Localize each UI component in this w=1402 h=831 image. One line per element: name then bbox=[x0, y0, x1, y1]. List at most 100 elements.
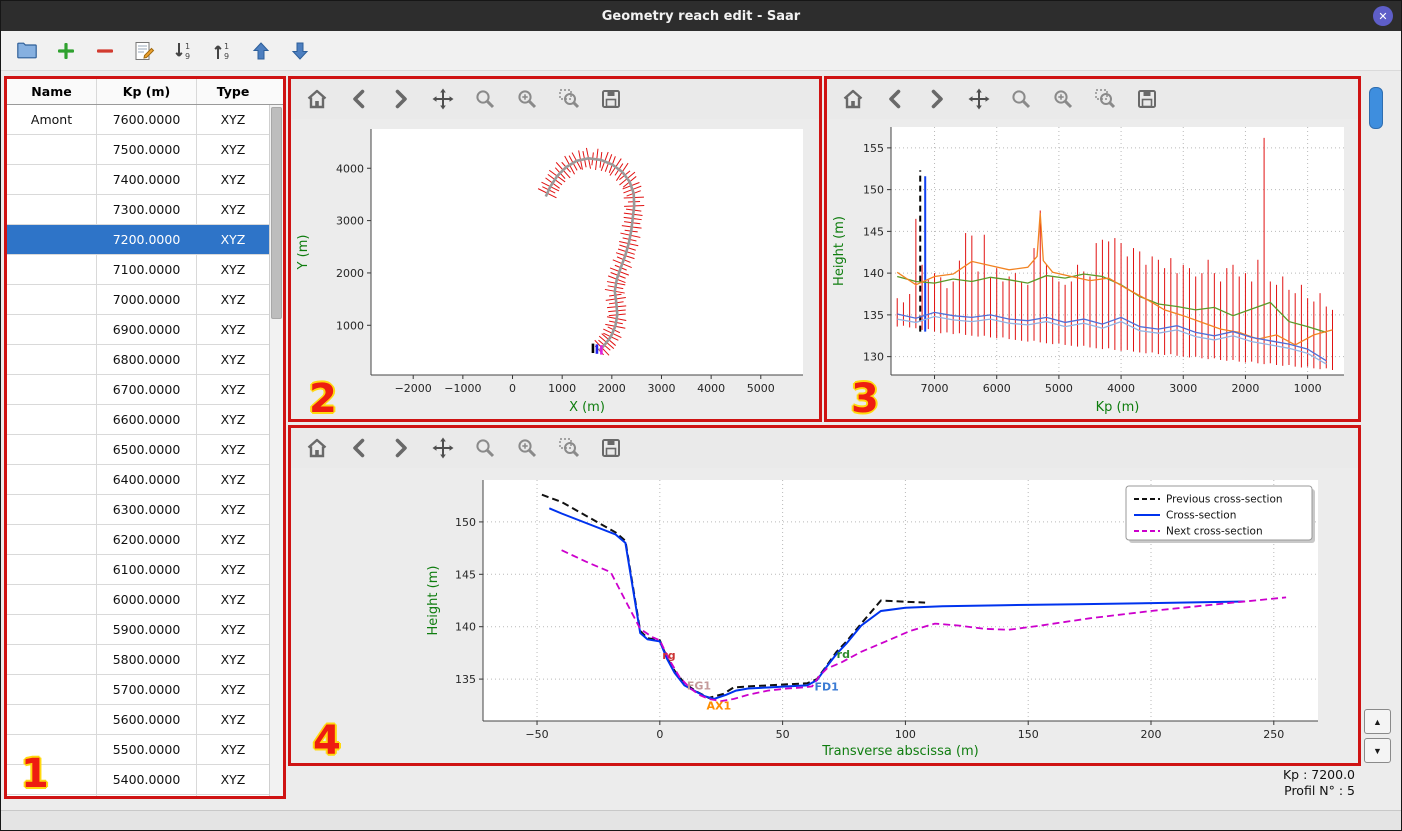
add-profile-button[interactable] bbox=[50, 35, 82, 67]
column-header-type[interactable]: Type bbox=[197, 79, 269, 104]
zoom-in-button[interactable] bbox=[513, 86, 540, 113]
svg-text:1000: 1000 bbox=[336, 319, 364, 332]
table-scrollbar-thumb[interactable] bbox=[271, 107, 282, 319]
save-button[interactable] bbox=[597, 435, 624, 462]
forward-button[interactable] bbox=[923, 86, 950, 113]
table-row[interactable]: 6000.0000 XYZ bbox=[7, 585, 269, 615]
status-bar bbox=[1, 810, 1401, 830]
titlebar[interactable]: Geometry reach edit - Saar ✕ bbox=[1, 1, 1401, 31]
svg-text:5000: 5000 bbox=[1045, 382, 1073, 395]
pan-button[interactable] bbox=[429, 86, 456, 113]
table-row[interactable]: 5700.0000 XYZ bbox=[7, 675, 269, 705]
pan-icon bbox=[968, 88, 989, 110]
zoom-region-icon bbox=[558, 438, 579, 458]
pan-button[interactable] bbox=[965, 86, 992, 113]
svg-text:130: 130 bbox=[863, 351, 884, 364]
table-row[interactable]: 6700.0000 XYZ bbox=[7, 375, 269, 405]
cell-kp: 5500.0000 bbox=[97, 735, 197, 764]
save-button[interactable] bbox=[597, 86, 624, 113]
vertical-scrollbar-thumb[interactable] bbox=[1369, 87, 1383, 129]
svg-text:250: 250 bbox=[1263, 728, 1284, 741]
edit-icon bbox=[135, 41, 155, 60]
forward-button[interactable] bbox=[387, 435, 414, 462]
save-icon bbox=[601, 90, 620, 108]
remove-profile-button[interactable] bbox=[89, 35, 121, 67]
table-row[interactable]: 5600.0000 XYZ bbox=[7, 705, 269, 735]
zoom-button[interactable] bbox=[471, 86, 498, 113]
sort-ascending-button[interactable]: 19 bbox=[167, 35, 199, 67]
svg-text:4000: 4000 bbox=[697, 382, 725, 395]
pan-button[interactable] bbox=[429, 435, 456, 462]
cross-section-plot[interactable]: −50 0 50 100 150 200 250 135 140 145 150 Transverse… bbox=[291, 468, 1358, 763]
home-icon bbox=[843, 89, 862, 109]
table-row[interactable]: 5800.0000 XYZ bbox=[7, 645, 269, 675]
table-row[interactable]: 6800.0000 XYZ bbox=[7, 345, 269, 375]
back-button[interactable] bbox=[345, 435, 372, 462]
cell-name bbox=[7, 135, 97, 164]
cell-name bbox=[7, 555, 97, 584]
table-row[interactable]: 5900.0000 XYZ bbox=[7, 615, 269, 645]
svg-text:2000: 2000 bbox=[1231, 382, 1259, 395]
cell-name bbox=[7, 255, 97, 284]
svg-text:1: 1 bbox=[185, 42, 190, 51]
longitudinal-profile-plot[interactable]: 7000 6000 5000 4000 3000 2000 1000 130 135 140 145… bbox=[827, 119, 1358, 419]
table-row[interactable]: 6300.0000 XYZ bbox=[7, 495, 269, 525]
move-down-button[interactable] bbox=[284, 35, 316, 67]
zoom-in-button[interactable] bbox=[1049, 86, 1076, 113]
save-button[interactable] bbox=[1133, 86, 1160, 113]
save-icon bbox=[601, 439, 620, 457]
zoom-button[interactable] bbox=[471, 435, 498, 462]
table-row[interactable]: 6400.0000 XYZ bbox=[7, 465, 269, 495]
cell-name bbox=[7, 675, 97, 704]
table-row[interactable]: 6500.0000 XYZ bbox=[7, 435, 269, 465]
home-button[interactable] bbox=[303, 435, 330, 462]
cell-type: XYZ bbox=[220, 682, 246, 697]
kp-value: Kp : 7200.0 bbox=[1282, 767, 1355, 782]
zoom-region-button[interactable] bbox=[1091, 86, 1118, 113]
table-row[interactable]: 6200.0000 XYZ bbox=[7, 525, 269, 555]
column-header-kp[interactable]: Kp (m) bbox=[97, 79, 197, 104]
cell-name bbox=[7, 465, 97, 494]
sort-descending-button[interactable]: 19 bbox=[206, 35, 238, 67]
forward-icon bbox=[395, 438, 407, 458]
table-row[interactable]: 6100.0000 XYZ bbox=[7, 555, 269, 585]
profile-up-button[interactable]: ▲ bbox=[1364, 709, 1391, 734]
home-button[interactable] bbox=[303, 86, 330, 113]
forward-button[interactable] bbox=[387, 86, 414, 113]
back-button[interactable] bbox=[345, 86, 372, 113]
home-button[interactable] bbox=[839, 86, 866, 113]
profiles-table-panel: Name Kp (m) Type Amont 7600.0000 XYZ 7500.0… bbox=[4, 76, 286, 799]
cell-kp: 7300.0000 bbox=[97, 195, 197, 224]
cell-name bbox=[7, 525, 97, 554]
zoom-region-button[interactable] bbox=[555, 86, 582, 113]
cell-name bbox=[7, 435, 97, 464]
back-button[interactable] bbox=[881, 86, 908, 113]
table-row[interactable]: Amont 7600.0000 XYZ bbox=[7, 105, 269, 135]
open-file-button[interactable] bbox=[11, 35, 43, 67]
annotation-number-2: 2 bbox=[309, 376, 337, 422]
move-up-button[interactable] bbox=[245, 35, 277, 67]
column-header-name[interactable]: Name bbox=[7, 79, 97, 104]
table-row[interactable]: 7000.0000 XYZ bbox=[7, 285, 269, 315]
table-row[interactable]: 7300.0000 XYZ bbox=[7, 195, 269, 225]
zoom-in-button[interactable] bbox=[513, 435, 540, 462]
cell-type: XYZ bbox=[220, 442, 246, 457]
close-button[interactable]: ✕ bbox=[1373, 6, 1393, 26]
plan-plot[interactable]: −2000 −1000 0 1000 2000 3000 4000 5000 1000 2000 3… bbox=[291, 119, 819, 419]
zoom-region-button[interactable] bbox=[555, 435, 582, 462]
table-row[interactable]: 7500.0000 XYZ bbox=[7, 135, 269, 165]
table-row[interactable]: 7400.0000 XYZ bbox=[7, 165, 269, 195]
edit-profile-button[interactable] bbox=[128, 35, 160, 67]
profile-down-button[interactable]: ▼ bbox=[1364, 738, 1391, 763]
cell-name bbox=[7, 705, 97, 734]
svg-text:−50: −50 bbox=[525, 728, 548, 741]
table-row[interactable]: 7200.0000 XYZ bbox=[7, 225, 269, 255]
home-icon bbox=[307, 89, 326, 109]
table-row[interactable]: 6900.0000 XYZ bbox=[7, 315, 269, 345]
cell-name bbox=[7, 225, 97, 254]
table-row[interactable]: 7100.0000 XYZ bbox=[7, 255, 269, 285]
zoom-region-icon bbox=[1094, 89, 1115, 109]
table-row[interactable]: 6600.0000 XYZ bbox=[7, 405, 269, 435]
table-scrollbar[interactable] bbox=[269, 105, 283, 796]
zoom-button[interactable] bbox=[1007, 86, 1034, 113]
